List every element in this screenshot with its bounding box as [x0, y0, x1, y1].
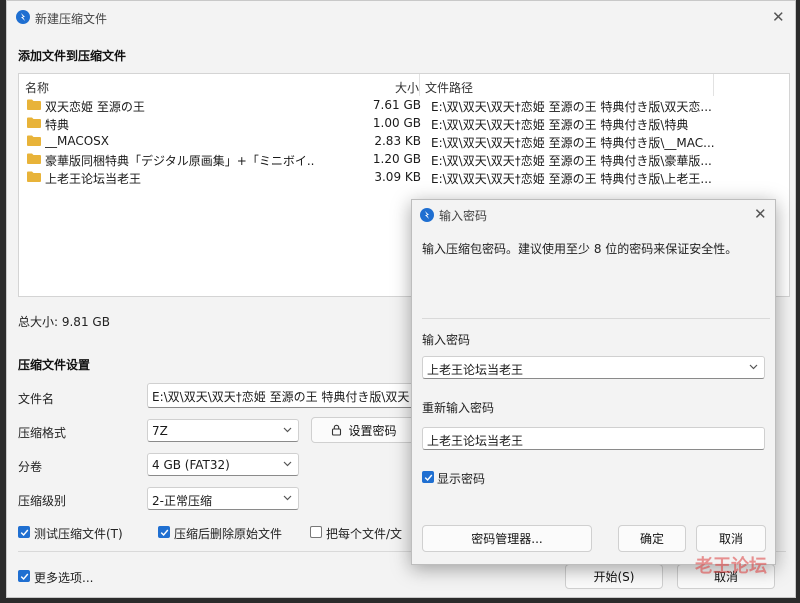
file-size: 2.83 KB: [374, 134, 421, 148]
level-select[interactable]: 2-正常压缩: [147, 487, 299, 510]
table-row[interactable]: __MACOSX 2.83 KB E:\双\双天\双天†恋姫 至源の王 特典付き版\…: [19, 132, 789, 150]
file-name: 上老王论坛当老王: [45, 172, 142, 186]
file-name: 豪華版同梱特典「デジタル原画集」+「ミニボイ...: [45, 154, 315, 168]
file-size: 1.00 GB: [372, 116, 421, 130]
check-icon: [424, 474, 433, 482]
table-row[interactable]: 上老王论坛当老王 3.09 KB E:\双\双天\双天†恋姫 至源の王 特典付き版\…: [19, 168, 789, 186]
folder-icon: [27, 171, 41, 182]
repeat-password-label: 重新输入密码: [422, 401, 495, 415]
title-bar: 新建压缩文件 ✕: [7, 1, 795, 33]
add-files-title: 添加文件到压缩文件: [18, 49, 127, 63]
set-password-button[interactable]: 设置密码: [311, 417, 417, 443]
check-icon: [160, 529, 169, 537]
column-size[interactable]: 大小: [395, 79, 419, 96]
dialog-description: 输入压缩包密码。建议使用至少 8 位的密码来保证安全性。: [422, 242, 738, 256]
folder-icon: [27, 153, 41, 164]
window-title: 新建压缩文件: [35, 12, 108, 26]
column-path[interactable]: 文件路径: [425, 79, 473, 96]
test-archive-label[interactable]: 测试压缩文件(T): [34, 525, 123, 542]
password-input[interactable]: 上老王论坛当老王: [422, 356, 765, 379]
show-password-label[interactable]: 显示密码: [437, 470, 485, 487]
password-label: 输入密码: [422, 333, 471, 347]
total-size: 总大小: 9.81 GB: [18, 315, 110, 329]
format-select[interactable]: 7Z: [147, 419, 299, 442]
table-row[interactable]: 特典 1.00 GB E:\双\双天\双天†恋姫 至源の王 特典付き版\特典: [19, 114, 789, 132]
file-path: E:\双\双天\双天†恋姫 至源の王 特典付き版\双天恋...: [431, 100, 712, 114]
lock-icon: [332, 424, 342, 436]
file-name: 特典: [45, 118, 70, 132]
file-path: E:\双\双天\双天†恋姫 至源の王 特典付き版\特典: [431, 118, 689, 132]
filename-label: 文件名: [18, 392, 55, 406]
file-size: 1.20 GB: [372, 152, 421, 166]
table-row[interactable]: 双天恋姫 至源の王 7.61 GB E:\双\双天\双天†恋姫 至源の王 特典付き版…: [19, 96, 789, 114]
ok-button[interactable]: 确定: [618, 525, 686, 552]
file-path: E:\双\双天\双天†恋姫 至源の王 特典付き版\上老王...: [431, 172, 712, 186]
column-name[interactable]: 名称: [25, 79, 49, 96]
folder-icon: [27, 99, 41, 110]
file-size: 3.09 KB: [374, 170, 421, 184]
settings-title: 压缩文件设置: [18, 358, 91, 372]
delete-after-checkbox[interactable]: [158, 526, 170, 538]
list-header: 名称 大小 文件路径: [19, 74, 789, 96]
password-manager-button[interactable]: 密码管理器...: [422, 525, 592, 552]
close-icon[interactable]: ✕: [754, 207, 767, 222]
table-row[interactable]: 豪華版同梱特典「デジタル原画集」+「ミニボイ... 1.20 GB E:\双\双天\…: [19, 150, 789, 168]
chevron-down-icon: [283, 427, 292, 433]
folder-icon: [27, 135, 41, 146]
more-options-checkbox[interactable]: [18, 570, 30, 582]
bandizip-icon: [420, 208, 434, 222]
folder-icon: [27, 117, 41, 128]
watermark-text: 老王论坛: [695, 556, 767, 577]
bandizip-icon: [16, 10, 30, 24]
each-file-checkbox[interactable]: [310, 526, 322, 538]
chevron-down-icon[interactable]: [749, 362, 758, 371]
check-icon: [20, 573, 29, 581]
file-size: 7.61 GB: [372, 98, 421, 112]
file-path: E:\双\双天\双天†恋姫 至源の王 特典付き版\豪華版...: [431, 154, 712, 168]
file-name: 双天恋姫 至源の王: [45, 100, 145, 114]
check-icon: [20, 529, 29, 537]
dialog-title: 输入密码: [439, 209, 488, 223]
each-file-label[interactable]: 把每个文件/文: [326, 525, 412, 542]
delete-after-label[interactable]: 压缩后删除原始文件: [174, 525, 282, 542]
close-icon[interactable]: ✕: [772, 10, 785, 25]
more-options-label[interactable]: 更多选项...: [34, 569, 93, 586]
volume-label: 分卷: [18, 460, 43, 474]
file-name: __MACOSX: [45, 134, 110, 148]
start-button[interactable]: 开始(S): [565, 564, 663, 589]
repeat-password-input[interactable]: 上老王论坛当老王: [422, 427, 765, 450]
chevron-down-icon: [283, 461, 292, 467]
dialog-cancel-button[interactable]: 取消: [696, 525, 766, 552]
file-path: E:\双\双天\双天†恋姫 至源の王 特典付き版\__MAC...: [431, 136, 715, 150]
show-password-checkbox[interactable]: [422, 471, 434, 483]
volume-select[interactable]: 4 GB (FAT32): [147, 453, 299, 476]
format-label: 压缩格式: [18, 426, 67, 440]
password-dialog: 输入密码 ✕ 输入压缩包密码。建议使用至少 8 位的密码来保证安全性。 输入密码…: [411, 199, 776, 565]
level-label: 压缩级别: [18, 494, 67, 508]
test-archive-checkbox[interactable]: [18, 526, 30, 538]
chevron-down-icon: [283, 495, 292, 501]
filename-input[interactable]: E:\双\双天\双天†恋姫 至源の王 特典付き版\双天: [147, 383, 419, 408]
